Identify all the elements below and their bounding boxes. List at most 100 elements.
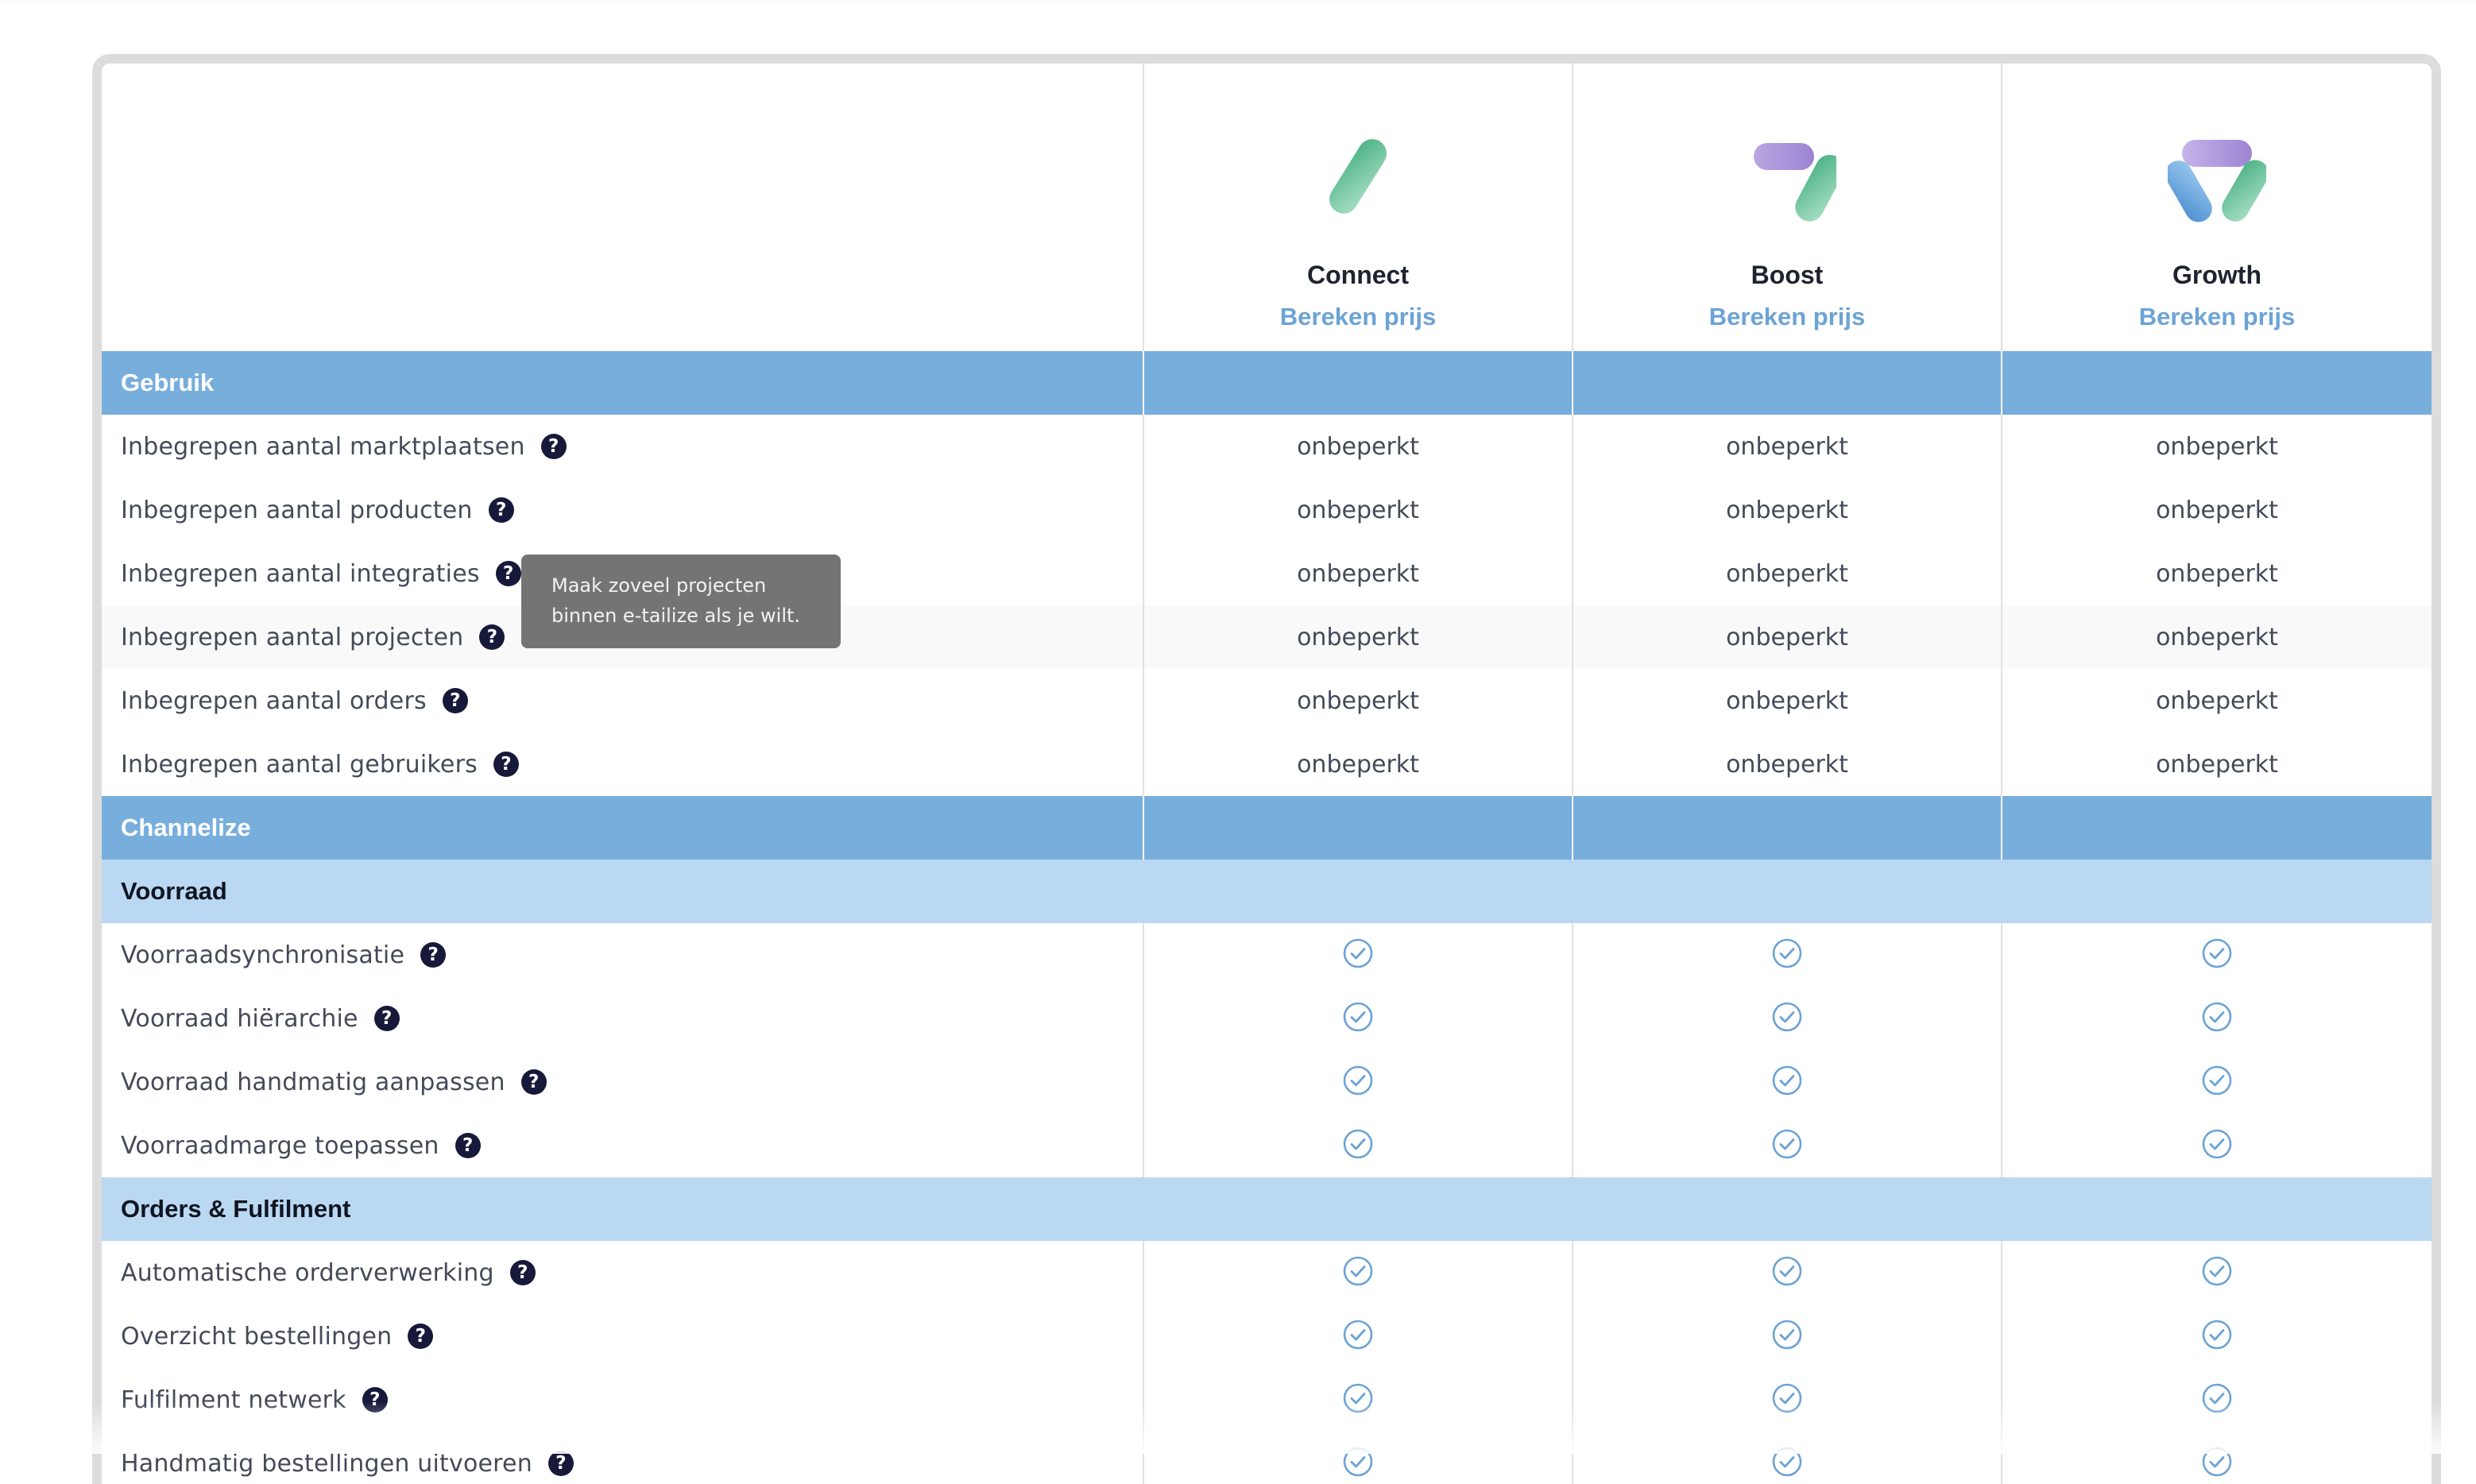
- boost-logo-icon: [1754, 143, 1836, 222]
- feature-row: Overzicht bestellingen?: [102, 1304, 2432, 1368]
- help-icon[interactable]: ?: [509, 1260, 536, 1285]
- help-icon[interactable]: ?: [520, 1069, 547, 1095]
- section-header-gebruik: Gebruik: [102, 351, 2432, 415]
- check-icon: [2201, 1001, 2233, 1036]
- feature-value: onbeperkt: [1726, 496, 1848, 524]
- check-icon: [2201, 937, 2233, 972]
- check-icon: [1771, 1446, 1803, 1481]
- feature-label: Automatische orderverwerking: [121, 1258, 494, 1287]
- check-icon: [2201, 1128, 2233, 1163]
- plan-boost: Boost Bereken prijs: [1573, 64, 2002, 351]
- check-icon: [2201, 1255, 2233, 1290]
- check-icon: [2201, 1065, 2233, 1099]
- check-icon: [1342, 1255, 1374, 1290]
- bereken-prijs-link[interactable]: Bereken prijs: [2139, 303, 2295, 331]
- check-icon: [1771, 1065, 1803, 1099]
- feature-label: Inbegrepen aantal projecten: [121, 623, 464, 651]
- tooltip-line: Maak zoveel projecten: [551, 574, 767, 597]
- feature-value: onbeperkt: [1297, 432, 1419, 461]
- feature-row: Inbegrepen aantal marktplaatsen? onbeper…: [102, 415, 2432, 478]
- feature-label: Overzicht bestellingen: [121, 1322, 393, 1351]
- subsection-header-voorraad: Voorraad: [102, 860, 2432, 923]
- feature-column-header: [102, 64, 1144, 351]
- check-icon: [1771, 1382, 1803, 1417]
- feature-value: onbeperkt: [1297, 496, 1419, 524]
- feature-row: Fulfilment netwerk?: [102, 1368, 2432, 1432]
- feature-label: Inbegrepen aantal marktplaatsen: [121, 432, 525, 461]
- check-icon: [2201, 1382, 2233, 1417]
- plan-connect: Connect Bereken prijs: [1144, 64, 1573, 351]
- feature-value: onbeperkt: [1297, 559, 1419, 588]
- check-icon: [1342, 1382, 1374, 1417]
- help-icon[interactable]: ?: [442, 688, 468, 713]
- top-band: [0, 0, 2476, 5]
- feature-label: Voorraadmarge toepassen: [121, 1131, 439, 1160]
- bereken-prijs-link[interactable]: Bereken prijs: [1280, 303, 1436, 331]
- check-icon: [1771, 1319, 1803, 1354]
- feature-label: Inbegrepen aantal producten: [121, 496, 473, 524]
- feature-value: onbeperkt: [1726, 559, 1848, 588]
- feature-row: Inbegrepen aantal orders? onbeperkt onbe…: [102, 669, 2432, 732]
- help-icon[interactable]: ?: [420, 942, 447, 968]
- help-icon[interactable]: ?: [493, 752, 519, 777]
- feature-label: Inbegrepen aantal gebruikers: [121, 750, 478, 779]
- feature-value: onbeperkt: [2156, 496, 2278, 524]
- bereken-prijs-link[interactable]: Bereken prijs: [1709, 303, 1865, 331]
- feature-value: onbeperkt: [1726, 750, 1848, 779]
- pricing-comparison-table: Connect Bereken prijs Boost Bereken prij…: [92, 54, 2441, 1484]
- feature-value: onbeperkt: [2156, 623, 2278, 651]
- feature-value: onbeperkt: [2156, 686, 2278, 715]
- check-icon: [1342, 1128, 1374, 1163]
- feature-row: Voorraad hiërarchie?: [102, 987, 2432, 1050]
- feature-value: onbeperkt: [1726, 623, 1848, 651]
- growth-logo-icon: [2168, 140, 2266, 222]
- check-icon: [1771, 1255, 1803, 1290]
- feature-value: onbeperkt: [1297, 750, 1419, 779]
- help-tooltip: Maak zoveel projecten binnen e-tailize a…: [521, 555, 841, 648]
- check-icon: [1771, 1128, 1803, 1163]
- section-title: Gebruik: [121, 369, 215, 396]
- check-icon: [1771, 1001, 1803, 1036]
- feature-row: Inbegrepen aantal gebruikers? onbeperkt …: [102, 732, 2432, 796]
- tooltip-line: binnen e-tailize als je wilt.: [551, 605, 801, 627]
- help-icon[interactable]: ?: [362, 1387, 388, 1413]
- feature-row: Voorraadsynchronisatie?: [102, 923, 2432, 987]
- feature-label: Voorraad handmatig aanpassen: [121, 1068, 505, 1096]
- help-icon[interactable]: ?: [408, 1324, 434, 1349]
- plan-name: Boost: [1751, 261, 1824, 289]
- feature-label: Voorraadsynchronisatie: [121, 941, 405, 969]
- help-icon[interactable]: ?: [547, 1451, 574, 1476]
- feature-value: onbeperkt: [2156, 559, 2278, 588]
- feature-value: onbeperkt: [1297, 686, 1419, 715]
- feature-row: Inbegrepen aantal integraties? onbeperkt…: [102, 542, 2432, 605]
- check-icon: [1342, 1446, 1374, 1481]
- section-title: Channelize: [121, 813, 251, 841]
- feature-value: onbeperkt: [1726, 686, 1848, 715]
- check-icon: [1771, 937, 1803, 972]
- feature-label: Voorraad hiërarchie: [121, 1004, 358, 1033]
- plan-name: Connect: [1307, 261, 1409, 289]
- feature-row: Voorraad handmatig aanpassen?: [102, 1050, 2432, 1114]
- help-icon[interactable]: ?: [495, 561, 521, 586]
- help-icon[interactable]: ?: [455, 1133, 481, 1158]
- subsection-header-orders: Orders & Fulfilment: [102, 1177, 2432, 1241]
- help-icon[interactable]: ?: [540, 434, 567, 459]
- feature-label: Fulfilment netwerk: [121, 1385, 346, 1414]
- feature-row-hovered: Inbegrepen aantal projecten? onbeperkt o…: [102, 605, 2432, 669]
- subsection-title: Orders & Fulfilment: [121, 1195, 351, 1223]
- plan-name: Growth: [2172, 261, 2261, 289]
- feature-label: Inbegrepen aantal integraties: [121, 559, 480, 588]
- feature-value: onbeperkt: [1726, 432, 1848, 461]
- check-icon: [1342, 1319, 1374, 1354]
- check-icon: [2201, 1446, 2233, 1481]
- check-icon: [1342, 937, 1374, 972]
- check-icon: [1342, 1065, 1374, 1099]
- subsection-title: Voorraad: [121, 877, 227, 905]
- help-icon[interactable]: ?: [479, 624, 505, 650]
- feature-label: Inbegrepen aantal orders: [121, 686, 427, 715]
- feature-value: onbeperkt: [1297, 623, 1419, 651]
- feature-row: Inbegrepen aantal producten? onbeperkt o…: [102, 478, 2432, 542]
- help-icon[interactable]: ?: [373, 1006, 400, 1031]
- feature-row: Handmatig bestellingen uitvoeren?: [102, 1432, 2432, 1484]
- help-icon[interactable]: ?: [488, 497, 514, 523]
